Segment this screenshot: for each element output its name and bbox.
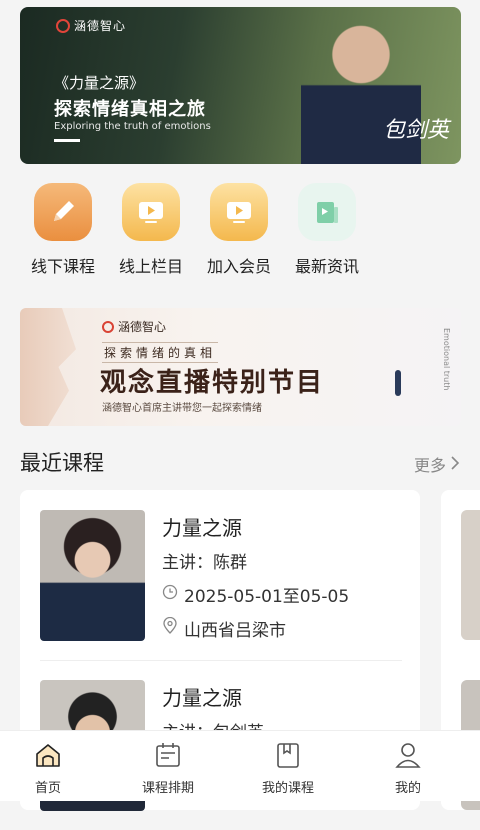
hero-title: 探索情绪真相之旅	[54, 99, 206, 120]
book-icon	[272, 739, 304, 771]
profile-icon	[392, 739, 424, 771]
chevron-right-icon	[450, 455, 460, 474]
news-icon	[298, 183, 356, 241]
tab-label: 我的课程	[261, 781, 314, 796]
more-link[interactable]: 更多	[414, 452, 460, 476]
course-teacher-photo	[40, 510, 145, 641]
hero-subtitle: 《力量之源》	[54, 74, 145, 92]
course-date: 2025-05-01至05-05	[162, 582, 349, 607]
quick-nav-label: 线下课程	[30, 257, 95, 276]
course-name: 力量之源	[162, 516, 242, 540]
course-divider	[40, 660, 402, 661]
hero-banner[interactable]: 涵德智心 《力量之源》 探索情绪真相之旅 Exploring the truth…	[20, 7, 461, 164]
quick-nav-offline-courses[interactable]: 线下课程	[23, 183, 103, 277]
course-teacher: 主讲：陈群	[162, 553, 247, 573]
promo-vertical-text: Emotional truth	[442, 328, 451, 391]
hero-brand-text: 涵德智心	[74, 19, 127, 33]
tab-home[interactable]: 首页	[0, 739, 96, 796]
quick-nav-label: 最新资讯	[294, 257, 359, 276]
promo-title: 观念直播特别节目	[100, 368, 325, 398]
pencil-icon	[34, 183, 92, 241]
tab-course-schedule[interactable]: 课程排期	[120, 739, 216, 796]
calendar-icon	[152, 739, 184, 771]
quick-nav-online-columns[interactable]: 线上栏目	[111, 183, 191, 277]
course-item[interactable]: 力量之源 主讲：陈群 2025-05-01至05-05 山西省吕梁市	[40, 510, 400, 660]
quick-nav-label: 线上栏目	[118, 257, 183, 276]
tab-profile[interactable]: 我的	[360, 739, 456, 796]
brand-logo-icon	[56, 18, 70, 33]
tab-label: 我的	[394, 781, 421, 796]
offline-course-icon-bg	[34, 183, 92, 241]
tab-label: 课程排期	[141, 781, 194, 796]
news-icon-bg	[298, 183, 356, 241]
course-name: 力量之源	[162, 686, 242, 710]
tab-label: 首页	[34, 781, 61, 796]
hero-english: Exploring the truth of emotions	[54, 121, 211, 132]
promo-brand-text: 涵德智心	[118, 320, 167, 334]
clock-icon	[162, 584, 178, 605]
course-location: 山西省吕梁市	[162, 616, 286, 641]
online-column-icon-bg	[122, 183, 180, 241]
promo-figure	[395, 370, 401, 396]
course-date-text: 2025-05-01至05-05	[184, 587, 350, 607]
quick-nav: 线下课程 线上栏目 加入会员 最新资讯	[0, 183, 480, 278]
recent-courses-title: 最近课程	[20, 451, 104, 475]
more-label: 更多	[413, 456, 446, 475]
course-teacher-photo	[461, 510, 480, 640]
hero-brand: 涵德智心	[56, 17, 126, 34]
promo-face-silhouette	[20, 308, 76, 426]
tab-my-courses[interactable]: 我的课程	[240, 739, 336, 796]
brand-logo-icon	[102, 320, 114, 333]
promo-brand: 涵德智心	[102, 318, 166, 335]
quick-nav-latest-news[interactable]: 最新资讯	[287, 183, 367, 277]
quick-nav-join-member[interactable]: 加入会员	[199, 183, 279, 277]
promo-description: 涵德智心首席主讲带您一起探索情绪	[102, 403, 262, 414]
quick-nav-label: 加入会员	[206, 257, 271, 276]
hero-underline	[54, 139, 80, 142]
member-icon-bg	[210, 183, 268, 241]
course-location-text: 山西省吕梁市	[184, 621, 286, 641]
tv-icon	[210, 183, 268, 241]
hero-signature: 包剑英	[382, 118, 449, 143]
location-pin-icon	[162, 616, 178, 640]
bottom-tab-bar: 首页 课程排期 我的课程 我的	[0, 730, 480, 801]
home-icon	[32, 739, 64, 771]
tv-icon	[122, 183, 180, 241]
promo-subtitle: 探索情绪的真相	[102, 342, 219, 363]
promo-banner[interactable]: 涵德智心 探索情绪的真相 观念直播特别节目 涵德智心首席主讲带您一起探索情绪 E…	[20, 308, 461, 426]
